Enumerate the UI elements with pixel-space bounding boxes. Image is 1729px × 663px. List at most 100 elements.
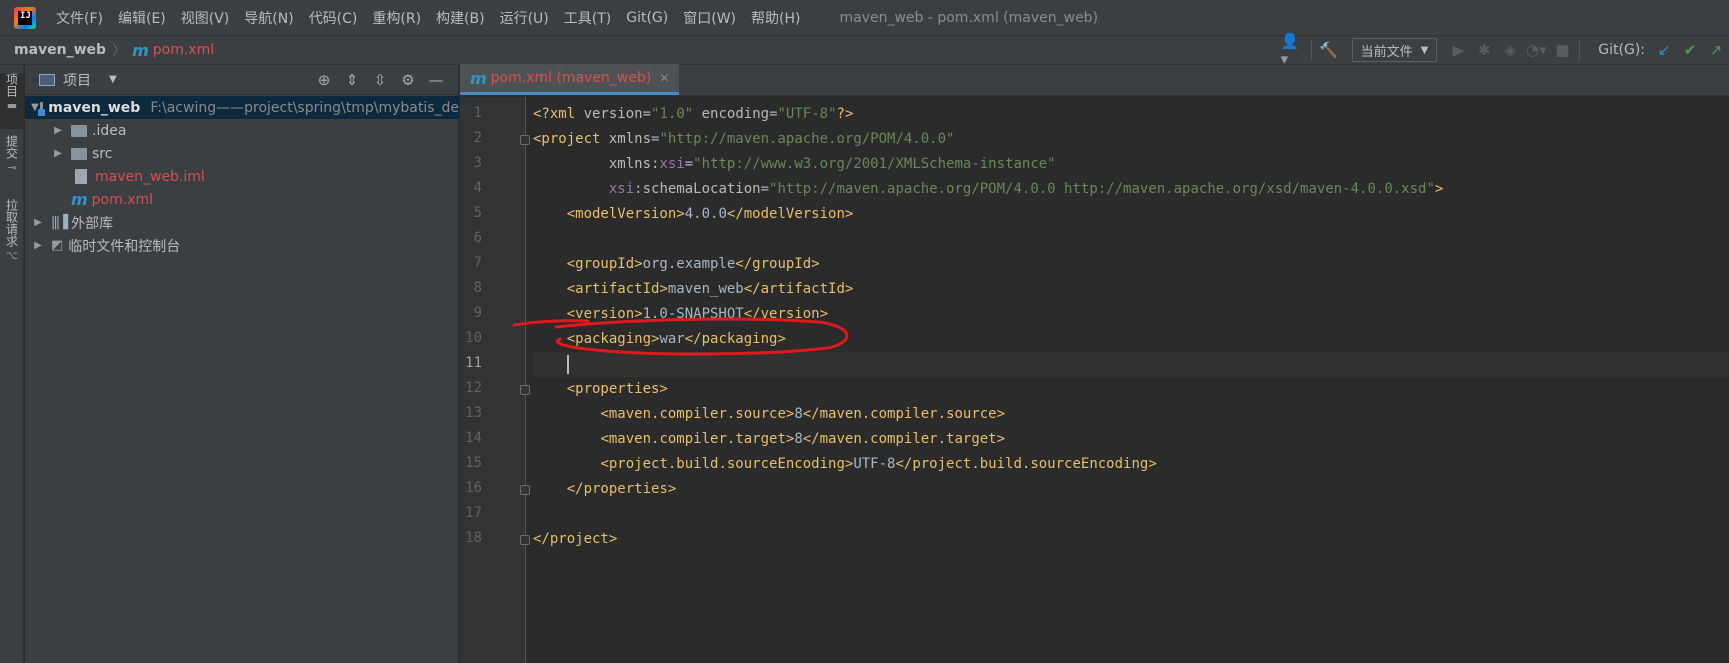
- profile-icon[interactable]: ◔▾: [1523, 37, 1549, 63]
- git-commit-icon[interactable]: ✔: [1677, 37, 1703, 63]
- line-number[interactable]: 6: [460, 230, 482, 246]
- stripe-tab-pull-requests-label: 拉取请求: [4, 199, 19, 247]
- close-icon[interactable]: ✕: [659, 71, 669, 85]
- breadcrumb-project[interactable]: maven_web: [14, 42, 106, 58]
- code-line[interactable]: <project.build.sourceEncoding>UTF-8</pro…: [533, 452, 1157, 477]
- maven-file-icon: m: [71, 190, 88, 209]
- code-token: xmlns: [608, 131, 652, 147]
- line-number[interactable]: 7: [460, 255, 482, 271]
- code-token: org.example: [642, 256, 736, 272]
- chevron-right-icon[interactable]: ▶: [31, 217, 45, 228]
- menu-window[interactable]: 窗口(W): [683, 8, 736, 28]
- tree-node-idea[interactable]: ▶ .idea: [25, 119, 459, 142]
- tab-pom-xml[interactable]: m pom.xml (maven_web) ✕: [460, 64, 680, 95]
- stripe-tab-pull-requests[interactable]: 拉取请求 ⌥: [0, 199, 24, 271]
- code-token: "http://maven.apache.org/POM/4.0.0 http:…: [769, 181, 1435, 197]
- menu-view[interactable]: 视图(V): [181, 8, 230, 28]
- locate-file-icon[interactable]: ⊕: [310, 71, 338, 89]
- line-number[interactable]: 16: [460, 480, 482, 496]
- git-push-icon[interactable]: ↗: [1703, 37, 1729, 63]
- line-number[interactable]: 17: [460, 505, 482, 521]
- code-line[interactable]: <maven.compiler.target>8</maven.compiler…: [533, 427, 1005, 452]
- line-number[interactable]: 9: [460, 305, 482, 321]
- menu-refactor[interactable]: 重构(R): [372, 8, 421, 28]
- fold-marker-icon[interactable]: [520, 135, 530, 145]
- fold-marker-icon[interactable]: [520, 485, 530, 495]
- menu-tools[interactable]: 工具(T): [564, 8, 611, 28]
- tree-node-maven-web[interactable]: ▼ maven_web F:\acwing——project\spring\tm…: [25, 96, 459, 119]
- git-update-icon[interactable]: ↙: [1651, 37, 1677, 63]
- user-account-icon[interactable]: 👤▾: [1281, 32, 1307, 68]
- stripe-tab-project[interactable]: 项目 ▬: [0, 73, 24, 129]
- intellij-logo-icon[interactable]: IJ: [14, 6, 36, 29]
- gear-icon[interactable]: ⚙: [394, 71, 422, 89]
- project-panel-title[interactable]: 项目: [63, 70, 91, 90]
- fold-marker-icon[interactable]: [520, 385, 530, 395]
- tree-node-src[interactable]: ▶ src: [25, 142, 459, 165]
- breadcrumb-file[interactable]: pom.xml: [153, 42, 214, 58]
- toolbar-divider: [1310, 40, 1312, 60]
- run-icon[interactable]: ▶: [1445, 37, 1471, 63]
- menu-code[interactable]: 代码(C): [309, 8, 358, 28]
- chevron-right-icon[interactable]: ▶: [51, 125, 65, 136]
- debug-icon[interactable]: ✱: [1471, 37, 1497, 63]
- hide-icon[interactable]: —: [422, 71, 450, 89]
- code-line[interactable]: </project>: [533, 527, 617, 552]
- menu-git[interactable]: Git(G): [626, 10, 668, 26]
- code-area[interactable]: <?xml version="1.0" encoding="UTF-8"?> <p…: [533, 97, 1729, 663]
- line-number[interactable]: 5: [460, 205, 482, 221]
- code-line[interactable]: <modelVersion>4.0.0</modelVersion>: [533, 202, 854, 227]
- line-number[interactable]: 14: [460, 430, 482, 446]
- line-number[interactable]: 13: [460, 405, 482, 421]
- line-number[interactable]: 15: [460, 455, 482, 471]
- expand-all-icon[interactable]: ⇕: [338, 71, 366, 89]
- menu-navigate[interactable]: 导航(N): [244, 8, 293, 28]
- code-line[interactable]: <?xml version="1.0" encoding="UTF-8"?>: [533, 102, 853, 127]
- line-number[interactable]: 12: [460, 380, 482, 396]
- code-line[interactable]: xmlns:xsi="http://www.w3.org/2001/XMLSch…: [533, 152, 1056, 177]
- menu-build[interactable]: 构建(B): [436, 8, 485, 28]
- menu-edit[interactable]: 编辑(E): [118, 8, 166, 28]
- line-number[interactable]: 1: [460, 105, 482, 121]
- line-number[interactable]: 18: [460, 530, 482, 546]
- chevron-right-icon[interactable]: ▶: [31, 240, 45, 251]
- line-number[interactable]: 4: [460, 180, 482, 196]
- stripe-tab-commit[interactable]: 提交 ⊸: [0, 135, 24, 191]
- tree-node-label: maven_web.iml: [95, 168, 205, 185]
- menu-help[interactable]: 帮助(H): [751, 8, 800, 28]
- stop-icon[interactable]: ■: [1549, 37, 1575, 63]
- line-number[interactable]: 11: [460, 355, 482, 371]
- collapse-all-icon[interactable]: ⇳: [366, 71, 394, 89]
- code-line[interactable]: xsi:schemaLocation="http://maven.apache.…: [533, 177, 1443, 202]
- build-hammer-icon[interactable]: 🔨: [1316, 37, 1342, 63]
- code-token: :schemaLocation: [634, 181, 761, 197]
- project-tool-window: 项目 ▼ ⊕ ⇕ ⇳ ⚙ — ▼ maven_web F:\acwing——pr…: [25, 65, 459, 663]
- code-token: </project.build.sourceEncoding>: [895, 456, 1157, 472]
- line-number[interactable]: 3: [460, 155, 482, 171]
- code-line[interactable]: </properties>: [533, 477, 677, 502]
- coverage-icon[interactable]: ◈: [1497, 37, 1523, 63]
- chevron-right-icon[interactable]: ▶: [51, 148, 65, 159]
- line-number[interactable]: 8: [460, 280, 482, 296]
- code-line[interactable]: <maven.compiler.source>8</maven.compiler…: [533, 402, 1005, 427]
- code-token: </project>: [533, 531, 618, 547]
- code-line[interactable]: <project xmlns="http://maven.apache.org/…: [533, 127, 954, 152]
- code-line[interactable]: <groupId>org.example</groupId>: [533, 252, 820, 277]
- menu-file[interactable]: 文件(F): [56, 8, 103, 28]
- fold-marker-icon[interactable]: [520, 535, 530, 545]
- line-number[interactable]: 10: [460, 330, 482, 346]
- left-tool-stripe: 项目 ▬ 提交 ⊸ 拉取请求 ⌥: [0, 65, 24, 663]
- tree-node-scratches[interactable]: ▶ ◩ 临时文件和控制台: [25, 234, 459, 257]
- code-line[interactable]: <properties>: [533, 377, 668, 402]
- tree-node-pom[interactable]: m pom.xml: [25, 188, 459, 211]
- chevron-down-icon[interactable]: ▼: [109, 74, 117, 85]
- menu-run[interactable]: 运行(U): [500, 8, 549, 28]
- code-line[interactable]: <artifactId>maven_web</artifactId>: [533, 277, 854, 302]
- tree-node-iml[interactable]: maven_web.iml: [25, 165, 459, 188]
- run-configuration-select[interactable]: 当前文件 ▼: [1351, 38, 1438, 62]
- tree-node-external-libraries[interactable]: ▶ |||▐ 外部库: [25, 211, 459, 234]
- tree-node-label: 外部库: [71, 215, 114, 232]
- line-number[interactable]: 2: [460, 130, 482, 146]
